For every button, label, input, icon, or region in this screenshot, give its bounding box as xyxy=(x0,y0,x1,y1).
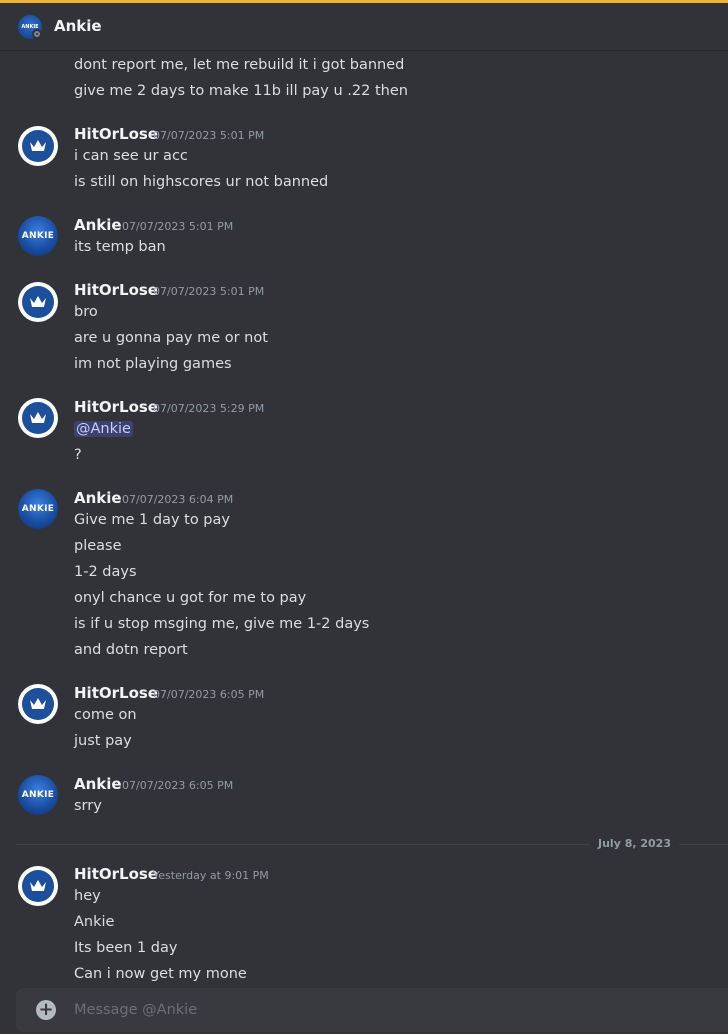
channel-title[interactable]: Ankie xyxy=(54,17,102,35)
message-line: Give me 1 day to pay xyxy=(74,512,230,528)
message-line: is still on highscores ur not banned xyxy=(74,174,329,190)
avatar[interactable]: ANKIE xyxy=(18,489,58,529)
avatar[interactable] xyxy=(18,866,58,906)
message-composer: + xyxy=(16,988,728,1032)
message-timestamp: 07/07/2023 5:01 PM xyxy=(153,129,265,142)
message-list[interactable]: dont report me, let me rebuild it i got … xyxy=(0,51,728,988)
message-line: srry xyxy=(74,798,102,814)
message-line: 1-2 days xyxy=(74,564,137,580)
date-divider-label: July 8, 2023 xyxy=(590,837,679,850)
message-line: give me 2 days to make 11b ill pay u .22… xyxy=(74,83,408,99)
message-line: Can i now get my mone xyxy=(74,966,247,982)
message-timestamp: 07/07/2023 6:05 PM xyxy=(122,779,234,792)
add-attachment-icon[interactable]: + xyxy=(36,1000,56,1020)
message-line: ? xyxy=(74,447,82,463)
user-mention[interactable]: @Ankie xyxy=(74,421,133,437)
crown-icon xyxy=(22,130,54,162)
message-input[interactable] xyxy=(74,988,694,1032)
message-timestamp: 07/07/2023 6:05 PM xyxy=(153,688,265,701)
message-timestamp: 07/07/2023 5:01 PM xyxy=(122,220,234,233)
message-line: Its been 1 day xyxy=(74,940,178,956)
message-author[interactable]: HitOrLose xyxy=(74,865,158,883)
message-author[interactable]: HitOrLose xyxy=(74,398,158,416)
message-line: Ankie xyxy=(74,914,115,930)
avatar[interactable]: ANKIE xyxy=(18,775,58,815)
message-line: i can see ur acc xyxy=(74,148,188,164)
message-line: please xyxy=(74,538,122,554)
message-line: are u gonna pay me or not xyxy=(74,330,268,346)
message-timestamp: 07/07/2023 5:29 PM xyxy=(153,402,265,415)
message-line: im not playing games xyxy=(74,356,232,372)
message-line: onyl chance u got for me to pay xyxy=(74,590,307,606)
message-author[interactable]: Ankie xyxy=(74,216,122,234)
channel-header: ANKIE Ankie xyxy=(0,3,728,51)
crown-icon xyxy=(22,286,54,318)
avatar[interactable]: ANKIE xyxy=(18,216,58,256)
message-timestamp: 07/07/2023 5:01 PM xyxy=(153,285,265,298)
message-line: is if u stop msging me, give me 1-2 days xyxy=(74,616,370,632)
crown-icon xyxy=(22,688,54,720)
message-line: @Ankie xyxy=(74,421,133,437)
avatar[interactable] xyxy=(18,126,58,166)
avatar[interactable] xyxy=(18,282,58,322)
message-author[interactable]: HitOrLose xyxy=(74,684,158,702)
message-author[interactable]: HitOrLose xyxy=(74,281,158,299)
message-line: hey xyxy=(74,888,101,904)
message-line: come on xyxy=(74,707,137,723)
message-author[interactable]: Ankie xyxy=(74,775,122,793)
avatar[interactable] xyxy=(18,398,58,438)
message-timestamp: 07/07/2023 6:04 PM xyxy=(122,493,234,506)
message-timestamp: Yesterday at 9:01 PM xyxy=(153,869,269,882)
avatar[interactable] xyxy=(18,684,58,724)
message-line: dont report me, let me rebuild it i got … xyxy=(74,57,405,73)
crown-icon xyxy=(22,870,54,902)
message-author[interactable]: HitOrLose xyxy=(74,125,158,143)
message-line: and dotn report xyxy=(74,642,188,658)
message-author[interactable]: Ankie xyxy=(74,489,122,507)
message-line: its temp ban xyxy=(74,239,166,255)
message-line: bro xyxy=(74,304,98,320)
crown-icon xyxy=(22,402,54,434)
status-offline-icon xyxy=(32,29,42,39)
message-line: just pay xyxy=(74,733,132,749)
